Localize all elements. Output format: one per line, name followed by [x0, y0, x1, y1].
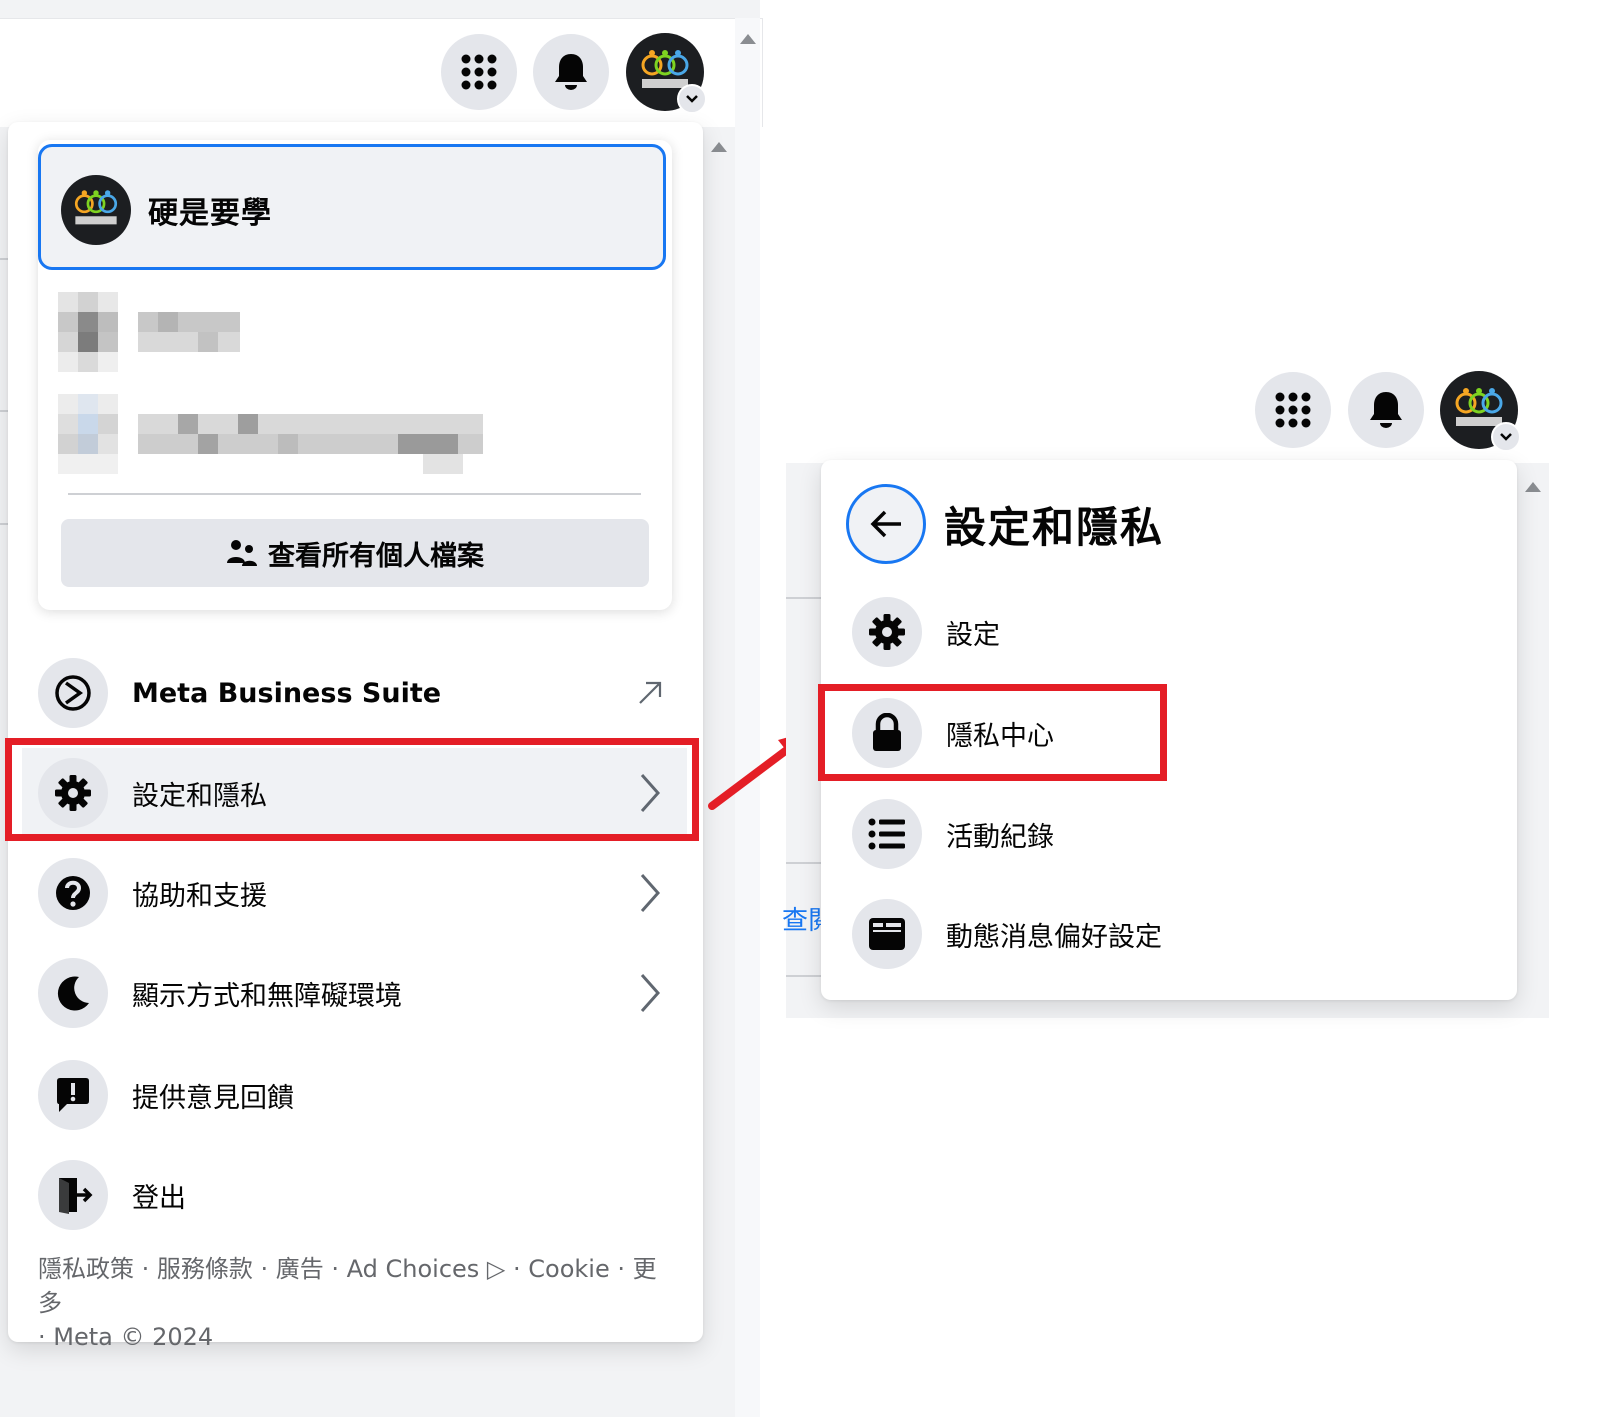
- blurred-profile-row[interactable]: [58, 292, 243, 374]
- chevron-down-icon: [1500, 433, 1512, 441]
- menu-icon-circle: [852, 597, 922, 667]
- menu-item-label: 協助和支援: [132, 880, 267, 912]
- menu-icon-circle: [852, 799, 922, 869]
- notifications-button[interactable]: [1348, 372, 1424, 448]
- account-menu-chevron[interactable]: [677, 84, 707, 114]
- moon-icon: [57, 976, 89, 1011]
- menu-grid-button[interactable]: [441, 34, 517, 110]
- partial-link-text: 查閱: [782, 906, 822, 936]
- people-icon: [227, 540, 257, 566]
- menu-item-label: Meta Business Suite: [132, 677, 442, 709]
- menu-icon-circle: [38, 1060, 108, 1130]
- menu-icon-circle: [38, 658, 108, 728]
- chevron-right-icon: [640, 874, 661, 912]
- current-profile-avatar: [61, 175, 131, 245]
- bg-line: [0, 258, 8, 260]
- bell-icon: [555, 54, 587, 90]
- menu-item-label: 登出: [132, 1182, 186, 1214]
- menu-scroll-up-arrow[interactable]: [711, 142, 727, 152]
- chevron-down-icon: [686, 95, 698, 103]
- annotation-highlight-box: [5, 738, 699, 841]
- footer-line[interactable]: 隱私政策 · 服務條款 · 廣告 · Ad Choices ▷ · Cookie…: [38, 1252, 678, 1320]
- meta-business-icon: [55, 675, 91, 711]
- trail-icon-wrap: [625, 872, 675, 914]
- submenu-item-label: 活動紀錄: [946, 821, 1054, 853]
- feedback-icon: [57, 1078, 89, 1112]
- submenu-item-label: 設定: [946, 619, 1000, 651]
- list-icon: [868, 818, 905, 850]
- left-scrollbar[interactable]: [735, 18, 760, 1417]
- menu-grid-button[interactable]: [1255, 372, 1331, 448]
- bg-line: [786, 975, 826, 977]
- submenu-item-settings[interactable]: 設定: [836, 588, 1496, 676]
- gear-icon: [869, 614, 905, 650]
- bell-icon: [1370, 392, 1402, 428]
- blurred-profile-row[interactable]: [58, 394, 488, 476]
- bg-line: [0, 410, 8, 412]
- notifications-button[interactable]: [533, 34, 609, 110]
- menu-icon-circle: [38, 1160, 108, 1230]
- menu-footer-links[interactable]: 隱私政策 · 服務條款 · 廣告 · Ad Choices ▷ · Cookie…: [38, 1252, 678, 1354]
- trail-icon-wrap: [625, 679, 675, 707]
- annotation-highlight-box: [818, 684, 1167, 781]
- menu-item-logout[interactable]: 登出: [22, 1150, 687, 1240]
- bg-line: [0, 523, 8, 525]
- back-button[interactable]: [846, 484, 926, 564]
- grid-dots-icon: [461, 54, 497, 90]
- menu-item-help-support[interactable]: 協助和支援: [22, 848, 687, 938]
- scroll-up-arrow[interactable]: [740, 34, 756, 44]
- external-arrow-icon: [639, 681, 662, 704]
- feed-icon: [869, 918, 905, 950]
- logout-icon: [59, 1178, 93, 1214]
- submenu-item-label: 動態消息偏好設定: [946, 921, 1162, 953]
- submenu-title: 設定和隱私: [944, 503, 1165, 552]
- menu-icon-circle: [38, 958, 108, 1028]
- menu-item-label: 提供意見回饋: [132, 1082, 294, 1114]
- current-profile-name: 硬是要學: [148, 196, 272, 231]
- view-all-profiles-label: 查看所有個人檔案: [268, 540, 484, 572]
- brand-logo-avatar: [74, 190, 118, 225]
- current-profile-row[interactable]: [38, 144, 666, 270]
- profile-divider: [68, 493, 641, 495]
- arrow-left-icon: [870, 510, 901, 538]
- bg-line: [786, 862, 826, 864]
- bg-line: [786, 597, 826, 599]
- menu-item-meta-business-suite[interactable]: Meta Business Suite: [22, 648, 687, 738]
- submenu-item-activity-log[interactable]: 活動紀錄: [836, 790, 1496, 878]
- question-icon: [56, 876, 90, 910]
- submenu-item-feed-preferences[interactable]: 動態消息偏好設定: [836, 890, 1496, 978]
- menu-item-display-accessibility[interactable]: 顯示方式和無障礙環境: [22, 948, 687, 1038]
- footer-line: · Meta © 2024: [38, 1323, 214, 1351]
- menu-icon-circle: [38, 858, 108, 928]
- menu-item-label: 顯示方式和無障礙環境: [132, 980, 402, 1012]
- menu-item-feedback[interactable]: 提供意見回饋: [22, 1050, 687, 1140]
- menu-scroll-up-arrow[interactable]: [1525, 482, 1541, 492]
- trail-icon-wrap: [625, 972, 675, 1014]
- chevron-right-icon: [640, 974, 661, 1012]
- menu-icon-circle: [852, 899, 922, 969]
- grid-dots-icon: [1275, 392, 1311, 428]
- account-menu-chevron[interactable]: [1491, 422, 1521, 452]
- view-all-profiles-button[interactable]: 查看所有個人檔案: [61, 519, 649, 587]
